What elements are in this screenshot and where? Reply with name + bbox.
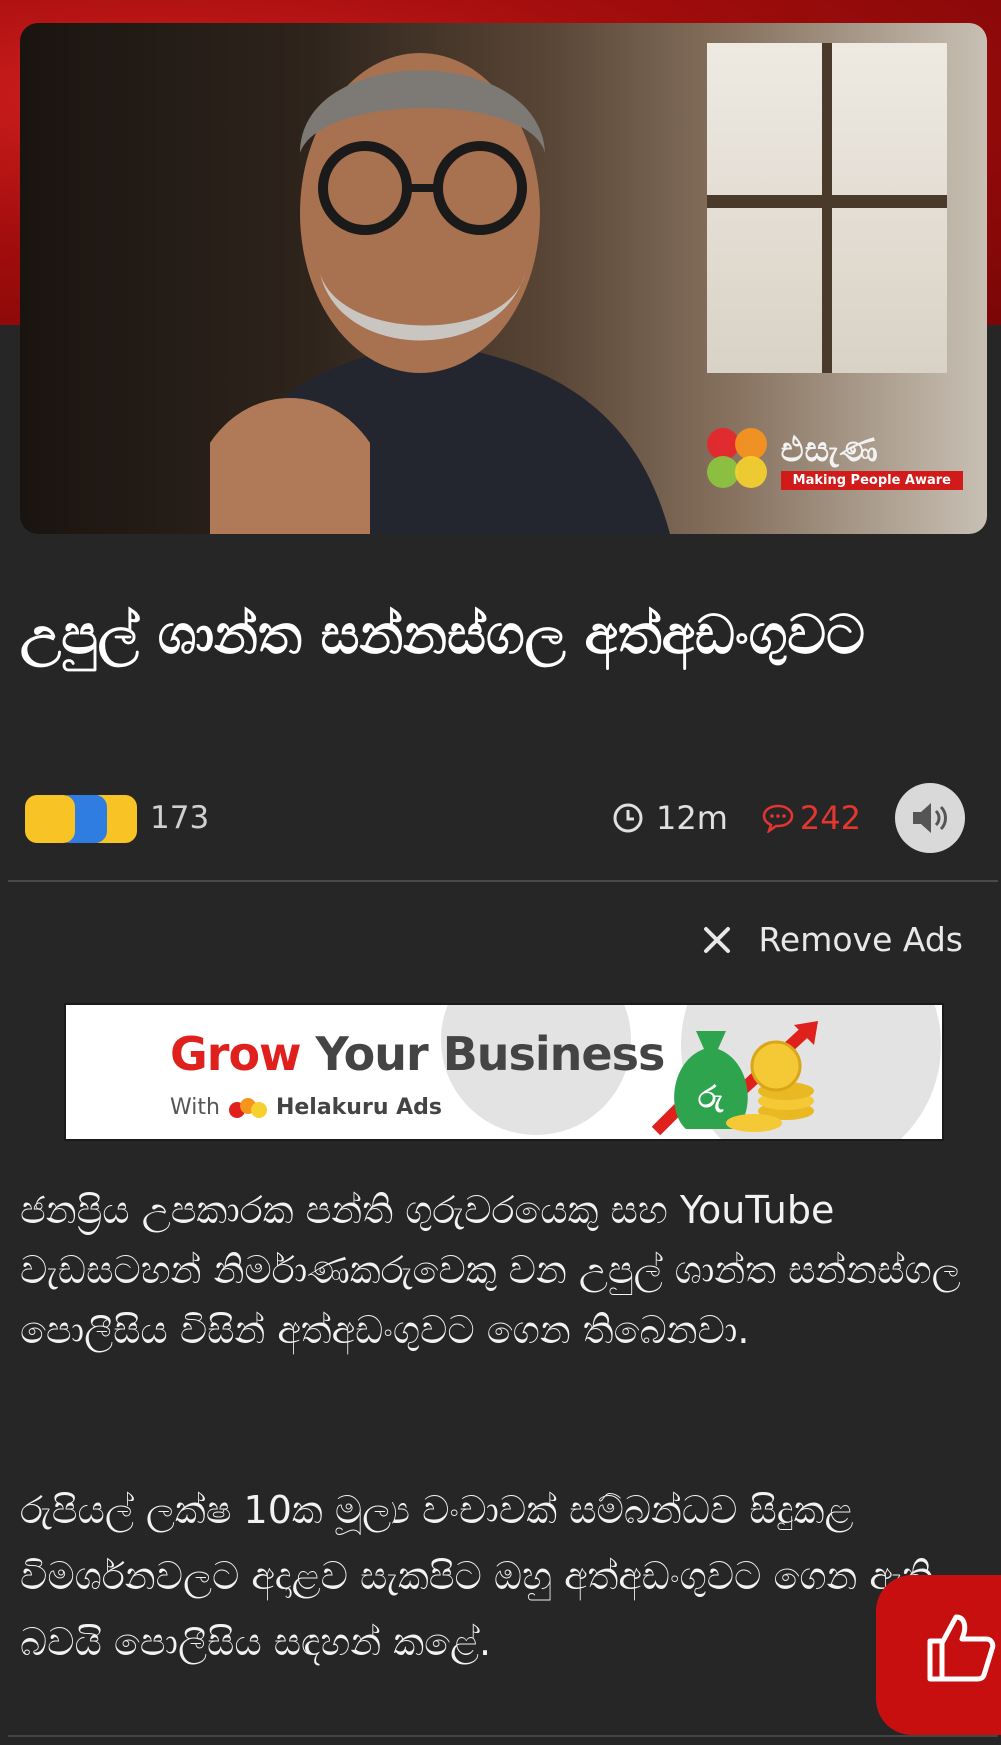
- person-illustration: [210, 53, 670, 534]
- money-bag-icon: රු: [651, 1021, 818, 1136]
- article-title: උපුල් ශාන්ත සන්නස්ගල අත්අඩංගුවට: [20, 603, 865, 666]
- ad-banner[interactable]: Grow Your Business With Helakuru Ads රු: [64, 1003, 944, 1141]
- article-paragraph-1: ජනප්‍රිය උපකාරක පන්ති ගුරුවරයෙකු සහ YouT…: [20, 1188, 961, 1352]
- reaction-count: 173: [150, 800, 210, 836]
- speaker-icon: [913, 803, 947, 833]
- laugh-emoji-icon: [25, 795, 75, 843]
- remove-ads-button[interactable]: Remove Ads: [702, 920, 963, 959]
- thumbs-up-icon: [927, 1614, 996, 1682]
- article-paragraph-2: රුපියල් ලක්ෂ 10ක මූල්‍ය වංචාවක් සම්බන්ධව…: [20, 1488, 934, 1664]
- listen-button[interactable]: [895, 783, 965, 853]
- svg-text:රු: රු: [698, 1080, 724, 1115]
- clock-icon: [613, 803, 643, 833]
- ad-subline: With Helakuru Ads: [170, 1095, 443, 1120]
- comment-icon: [762, 804, 794, 833]
- logo-name: එසැණ: [780, 429, 879, 470]
- article-meta: 173 12m 242: [25, 782, 965, 854]
- background-window: [707, 43, 947, 373]
- logo-dots-icon: [706, 428, 773, 492]
- ad-headline: Grow Your Business: [170, 1027, 665, 1081]
- reactions-button[interactable]: [25, 791, 140, 845]
- comment-count: 242: [799, 799, 861, 837]
- read-time-value: 12m: [656, 799, 728, 837]
- helakuru-logo-icon: [228, 1097, 267, 1118]
- divider: [8, 880, 998, 882]
- bottom-divider: [8, 1735, 998, 1737]
- logo-tagline: Making People Aware: [780, 470, 963, 490]
- remove-ads-label: Remove Ads: [758, 920, 963, 959]
- hero-image[interactable]: එසැණ Making People Aware: [20, 23, 987, 534]
- close-icon: [704, 926, 731, 953]
- esana-logo: එසැණ Making People Aware: [706, 428, 963, 492]
- read-time: 12m: [612, 799, 728, 837]
- like-button[interactable]: [876, 1575, 1001, 1735]
- comments-link[interactable]: 242: [762, 799, 861, 837]
